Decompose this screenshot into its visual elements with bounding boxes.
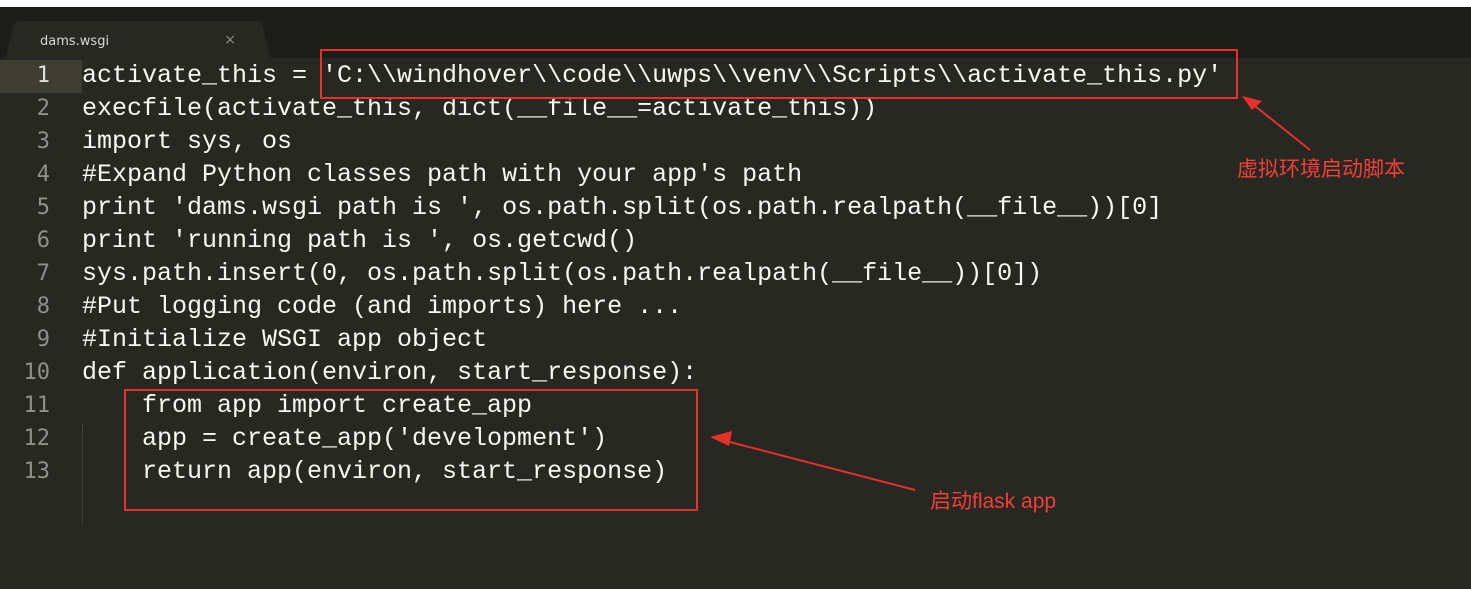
- venv-note: 虚拟环境启动脚本: [1237, 158, 1405, 181]
- flask-arrow: [721, 439, 916, 491]
- flask-arrow-head: [710, 431, 732, 446]
- venv-arrow-head: [1242, 96, 1262, 110]
- tab-label: dams.wsgi: [40, 34, 110, 49]
- venv-arrow: [1249, 101, 1311, 151]
- annotation-arrows: [710, 96, 1311, 491]
- flask-note: 启动flask app: [930, 490, 1057, 513]
- close-icon[interactable]: ×: [224, 32, 236, 48]
